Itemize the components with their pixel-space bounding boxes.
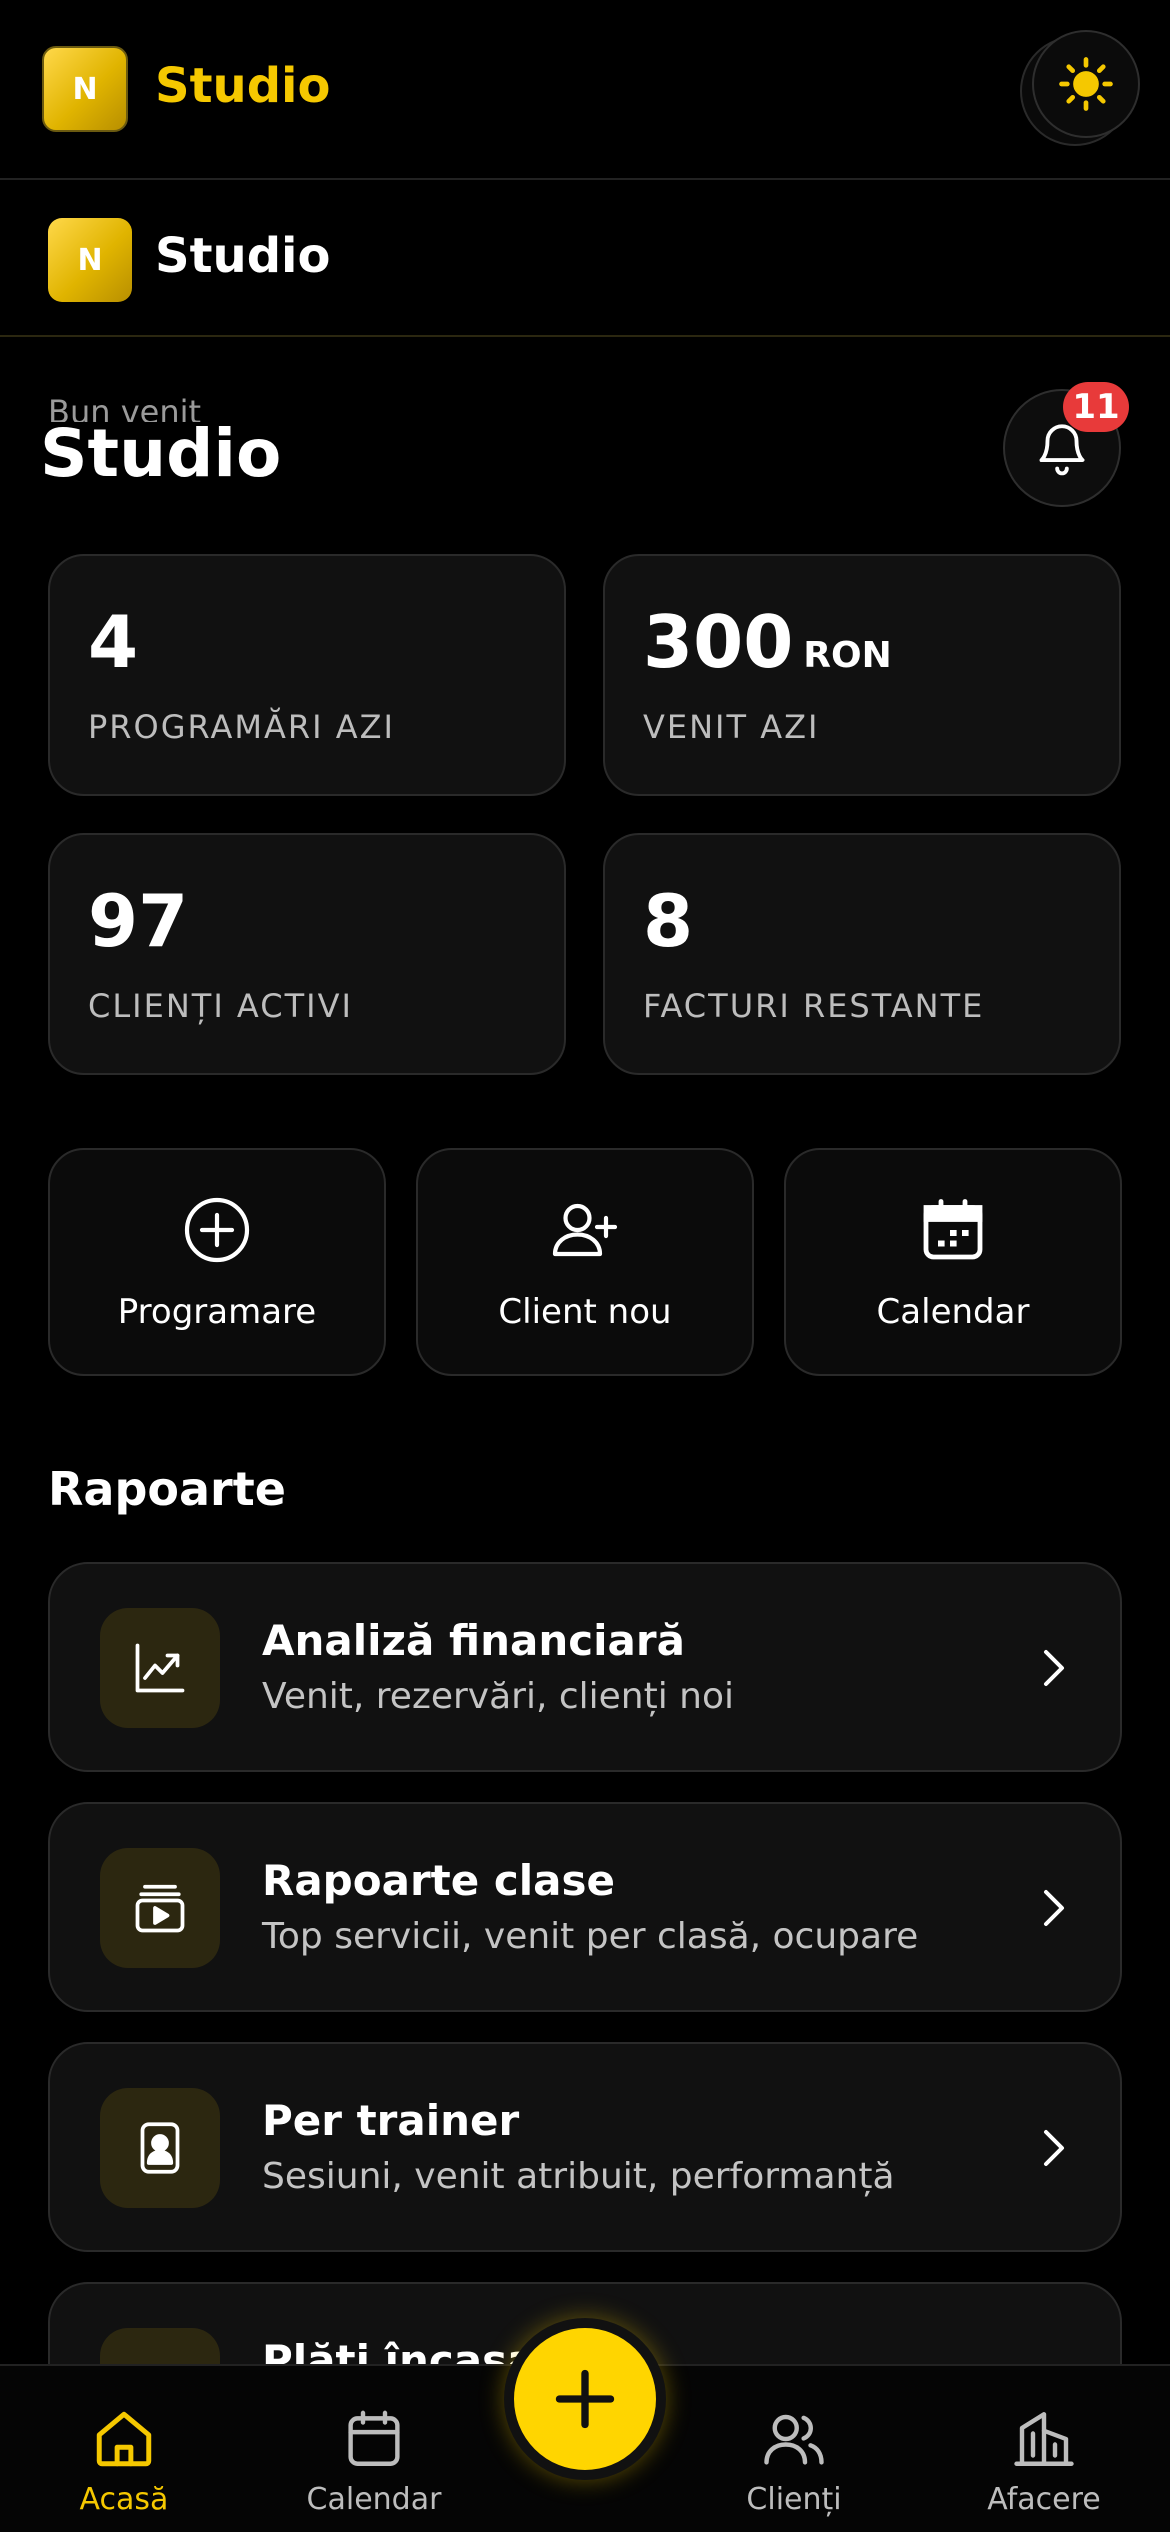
stat-unit: RON (803, 635, 892, 676)
stat-card-revenue[interactable]: 300 RON VENIT AZI (603, 554, 1121, 796)
chevron-right-icon (1044, 2130, 1064, 2166)
nav-calendar[interactable]: Calendar (274, 2366, 474, 2532)
studio-logo-letter: N (77, 242, 103, 278)
report-icon-box (100, 2088, 220, 2208)
nav-label: Calendar (306, 2482, 442, 2517)
report-title: Analiză financiară (262, 1616, 685, 1665)
stat-card-appointments[interactable]: 4 PROGRAMĂRI AZI (48, 554, 566, 796)
report-icon-box (100, 1608, 220, 1728)
users-icon (764, 2414, 824, 2465)
nav-label: Afacere (987, 2482, 1101, 2517)
studio-header: N Studio (0, 182, 1170, 337)
logo-letter: N (72, 71, 98, 107)
stat-value: 4 (88, 606, 138, 678)
greeting-name: Studio (40, 415, 282, 492)
nav-business[interactable]: Afacere (944, 2366, 1144, 2532)
logo-badge[interactable]: N (42, 46, 128, 132)
studio-logo-badge: N (48, 218, 132, 302)
stat-number: 4 (88, 600, 139, 684)
nav-label: Acasă (79, 2482, 169, 2517)
stat-value: 300 RON (643, 606, 892, 678)
stat-card-active-clients[interactable]: 97 CLIENȚI ACTIVI (48, 833, 566, 1075)
calendar-icon (348, 2410, 400, 2466)
nav-clients[interactable]: Clienți (694, 2366, 894, 2532)
notification-count-badge: 11 (1063, 382, 1129, 432)
reports-section-title: Rapoarte (48, 1462, 286, 1516)
new-client-button[interactable]: Client nou (416, 1148, 754, 1376)
calendar-shortcut-button[interactable]: Calendar (784, 1148, 1122, 1376)
sun-icon (1059, 57, 1113, 111)
theme-toggle-button[interactable] (1032, 30, 1140, 138)
building-icon (1014, 2412, 1074, 2466)
report-icon-box (100, 1848, 220, 1968)
stat-number: 300 (643, 600, 794, 684)
nav-home[interactable]: Acasă (24, 2366, 224, 2532)
new-appointment-button[interactable]: Programare (48, 1148, 386, 1376)
brand-title: Studio (155, 58, 331, 114)
plus-icon (555, 2369, 615, 2429)
stat-number: 8 (643, 879, 694, 963)
report-title: Per trainer (262, 2096, 520, 2145)
action-label: Client nou (498, 1292, 672, 1332)
stat-label: FACTURI RESTANTE (643, 987, 985, 1025)
stat-number: 97 (88, 879, 189, 963)
class-play-icon (135, 1884, 185, 1933)
home-icon (96, 2411, 152, 2467)
add-fab-button[interactable] (504, 2318, 666, 2480)
report-per-trainer[interactable]: Per trainer Sesiuni, venit atribuit, per… (48, 2042, 1122, 2252)
stat-label: CLIENȚI ACTIVI (88, 987, 353, 1025)
top-app-bar: N Studio (0, 0, 1170, 180)
report-classes[interactable]: Rapoarte clase Top servicii, venit per c… (48, 1802, 1122, 2012)
stat-card-overdue-invoices[interactable]: 8 FACTURI RESTANTE (603, 833, 1121, 1075)
chart-line-icon (135, 1643, 185, 1693)
trainer-badge-icon (140, 2122, 180, 2174)
chevron-right-icon (1044, 1890, 1064, 1926)
report-title: Rapoarte clase (262, 1856, 615, 1905)
stat-value: 8 (643, 885, 693, 957)
report-subtitle: Venit, rezervări, clienți noi (262, 1676, 735, 1717)
calendar-icon (923, 1199, 983, 1260)
action-label: Programare (117, 1292, 317, 1332)
action-label: Calendar (876, 1292, 1030, 1332)
chevron-right-icon (1044, 1650, 1064, 1686)
user-plus-icon (552, 1203, 618, 1257)
stat-label: VENIT AZI (643, 708, 820, 746)
plus-circle-icon (184, 1197, 250, 1263)
studio-title: Studio (155, 228, 331, 284)
stat-value: 97 (88, 885, 188, 957)
report-subtitle: Sesiuni, venit atribuit, performanță (262, 2156, 895, 2197)
report-financial-analysis[interactable]: Analiză financiară Venit, rezervări, cli… (48, 1562, 1122, 1772)
nav-label: Clienți (746, 2482, 842, 2517)
stat-label: PROGRAMĂRI AZI (88, 708, 395, 746)
report-subtitle: Top servicii, venit per clasă, ocupare (262, 1916, 919, 1957)
